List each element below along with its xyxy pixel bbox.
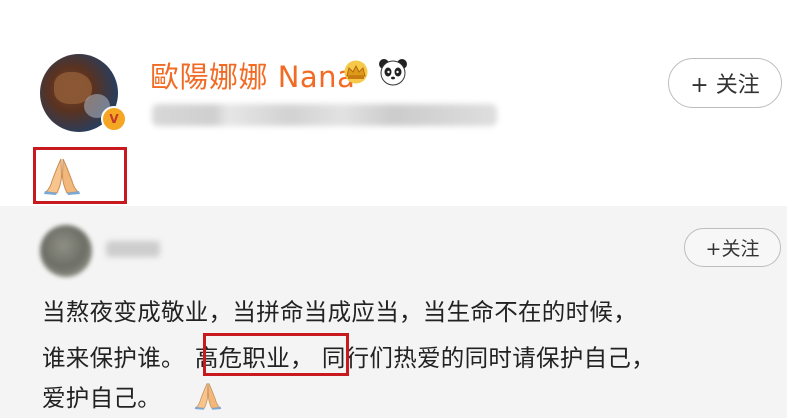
panda-icon: [379, 59, 407, 86]
verified-badge-icon: V: [101, 106, 127, 132]
comment-follow-button[interactable]: +关注: [684, 228, 781, 267]
username[interactable]: 歐陽娜娜 Nana: [150, 54, 355, 96]
comment-text-line-3: 爱护自己。: [42, 384, 161, 412]
comment-avatar[interactable]: [40, 225, 92, 277]
praying-hands-icon: [44, 158, 80, 195]
praying-hands-icon: [194, 383, 222, 410]
follow-button[interactable]: + 关注: [668, 58, 782, 108]
comment-text-line-1: 当熬夜变成敬业，当拼命当成应当，当生命不在的时候，: [42, 298, 637, 326]
comment-text-segment: 谁来保护谁。: [42, 344, 185, 372]
post-meta-blurred: [152, 104, 497, 126]
phrase-highlight-box: [203, 333, 349, 376]
crown-icon: [344, 60, 368, 84]
comment-text-segment: 同行们热爱的同时请保护自己，: [321, 344, 656, 372]
comment-username-blurred: [106, 241, 160, 257]
